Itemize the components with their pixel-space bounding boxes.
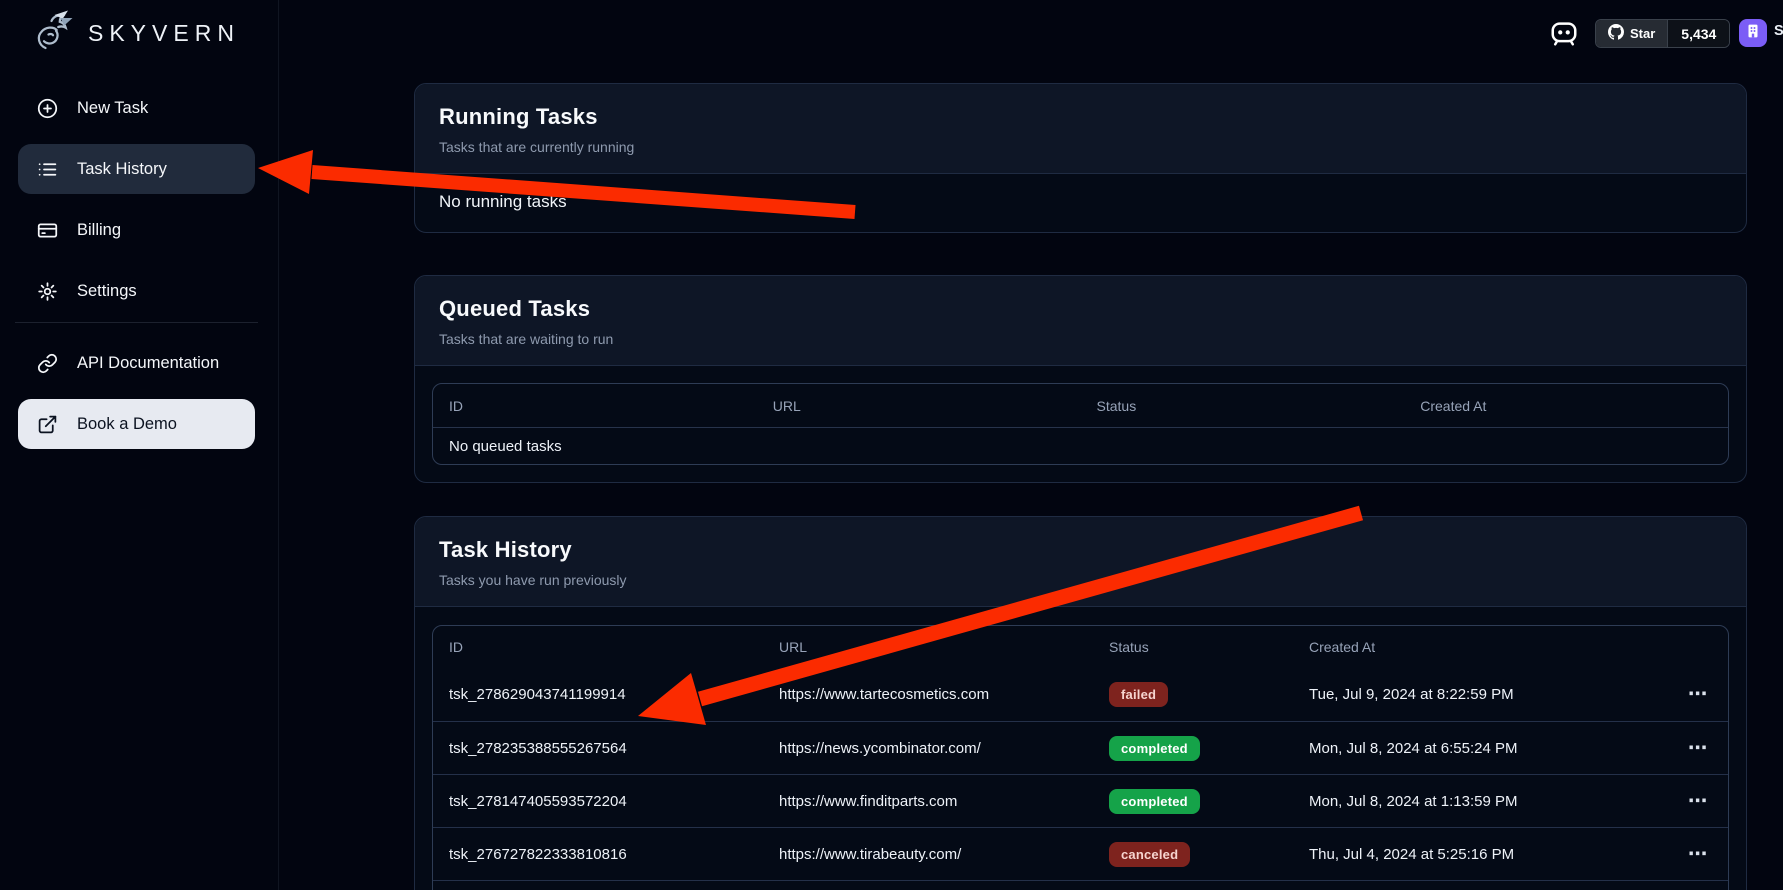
task-id: tsk_276727822333810816 <box>433 846 763 863</box>
task-created-at: Mon, Jul 8, 2024 at 6:55:24 PM <box>1293 740 1653 757</box>
sidebar-item-book-a-demo[interactable]: Book a Demo <box>0 399 255 449</box>
dragon-logo-icon <box>28 8 78 58</box>
credit-card-icon <box>37 220 58 241</box>
task-url: https://news.ycombinator.com/ <box>763 740 1093 757</box>
user-name-cutoff: Sk <box>1774 23 1783 43</box>
sidebar-nav: New Task Task History Billing <box>0 83 279 316</box>
row-actions-button[interactable]: ⋯ <box>1680 839 1717 870</box>
sidebar-item-api-documentation[interactable]: API Documentation <box>0 338 255 388</box>
column-header-status: Status <box>1093 639 1293 655</box>
sidebar-item-new-task[interactable]: New Task <box>0 83 255 133</box>
task-url: https://www.tartecosmetics.com <box>763 686 1093 703</box>
sidebar-item-settings[interactable]: Settings <box>0 266 255 316</box>
task-history-header: Task History Tasks you have run previous… <box>415 517 1746 607</box>
sidebar: SKYVERN New Task Task History <box>0 0 279 890</box>
task-history-panel: Task History Tasks you have run previous… <box>414 516 1747 890</box>
main-content: Running Tasks Tasks that are currently r… <box>414 0 1747 890</box>
table-row[interactable]: tsk_278629043741199914 https://www.tarte… <box>433 668 1728 721</box>
panel-description: Tasks that are waiting to run <box>439 331 1722 347</box>
column-header-status: Status <box>1081 398 1405 414</box>
plus-circle-icon <box>37 98 58 119</box>
sidebar-item-label: Book a Demo <box>77 415 177 434</box>
brand-logo: SKYVERN <box>28 8 240 58</box>
column-header-id: ID <box>433 639 763 655</box>
table-row[interactable]: tsk_278235388555267564 https://news.ycom… <box>433 721 1728 774</box>
sidebar-item-task-history[interactable]: Task History <box>0 144 255 194</box>
link-icon <box>37 353 58 374</box>
panel-title: Task History <box>439 537 1722 563</box>
running-tasks-empty-state: No running tasks <box>415 174 1746 232</box>
status-badge: completed <box>1109 736 1200 761</box>
empty-state-text: No queued tasks <box>433 438 562 455</box>
status-badge: failed <box>1109 682 1168 707</box>
external-link-icon <box>37 414 58 435</box>
column-header-url: URL <box>763 639 1093 655</box>
table-row[interactable]: tsk_274180139292204058 https://www.geico… <box>433 880 1728 890</box>
sidebar-item-label: API Documentation <box>77 354 219 373</box>
task-url: https://www.finditparts.com <box>763 793 1093 810</box>
status-badge: canceled <box>1109 842 1190 867</box>
column-header-created-at: Created At <box>1293 639 1653 655</box>
table-header-row: ID URL Status Created At <box>433 384 1728 428</box>
task-id: tsk_278235388555267564 <box>433 740 763 757</box>
panel-title: Running Tasks <box>439 104 1722 130</box>
status-badge: completed <box>1109 789 1200 814</box>
table-header-row: ID URL Status Created At <box>433 626 1728 668</box>
sidebar-item-label: Settings <box>77 282 137 301</box>
row-actions-button[interactable]: ⋯ <box>1680 679 1717 710</box>
queued-tasks-empty-row: No queued tasks <box>433 428 1728 464</box>
column-header-id: ID <box>433 398 757 414</box>
task-id: tsk_278629043741199914 <box>433 686 763 703</box>
panel-description: Tasks that are currently running <box>439 139 1722 155</box>
column-header-url: URL <box>757 398 1081 414</box>
gear-icon <box>37 281 58 302</box>
column-header-created-at: Created At <box>1404 398 1728 414</box>
task-created-at: Mon, Jul 8, 2024 at 1:13:59 PM <box>1293 793 1653 810</box>
running-tasks-panel: Running Tasks Tasks that are currently r… <box>414 83 1747 233</box>
task-created-at: Tue, Jul 9, 2024 at 8:22:59 PM <box>1293 686 1653 703</box>
panel-description: Tasks you have run previously <box>439 572 1722 588</box>
brand-name: SKYVERN <box>88 20 240 47</box>
sidebar-item-label: Task History <box>77 160 167 179</box>
sidebar-item-label: New Task <box>77 99 148 118</box>
row-actions-button[interactable]: ⋯ <box>1680 733 1717 764</box>
row-actions-button[interactable]: ⋯ <box>1680 786 1717 817</box>
table-row[interactable]: tsk_276727822333810816 https://www.tirab… <box>433 827 1728 880</box>
queued-tasks-panel: Queued Tasks Tasks that are waiting to r… <box>414 275 1747 483</box>
task-history-table: ID URL Status Created At tsk_27862904374… <box>432 625 1729 890</box>
task-created-at: Thu, Jul 4, 2024 at 5:25:16 PM <box>1293 846 1653 863</box>
sidebar-item-label: Billing <box>77 221 121 240</box>
sidebar-divider <box>15 322 258 323</box>
task-url: https://www.tirabeauty.com/ <box>763 846 1093 863</box>
task-id: tsk_278147405593572204 <box>433 793 763 810</box>
queued-tasks-header: Queued Tasks Tasks that are waiting to r… <box>415 276 1746 366</box>
queued-tasks-table: ID URL Status Created At No queued tasks <box>432 383 1729 465</box>
app-window: SKYVERN New Task Task History <box>0 0 1783 890</box>
running-tasks-header: Running Tasks Tasks that are currently r… <box>415 84 1746 174</box>
sidebar-item-billing[interactable]: Billing <box>0 205 255 255</box>
table-row[interactable]: tsk_278147405593572204 https://www.findi… <box>433 774 1728 827</box>
panel-title: Queued Tasks <box>439 296 1722 322</box>
list-icon <box>37 159 58 180</box>
